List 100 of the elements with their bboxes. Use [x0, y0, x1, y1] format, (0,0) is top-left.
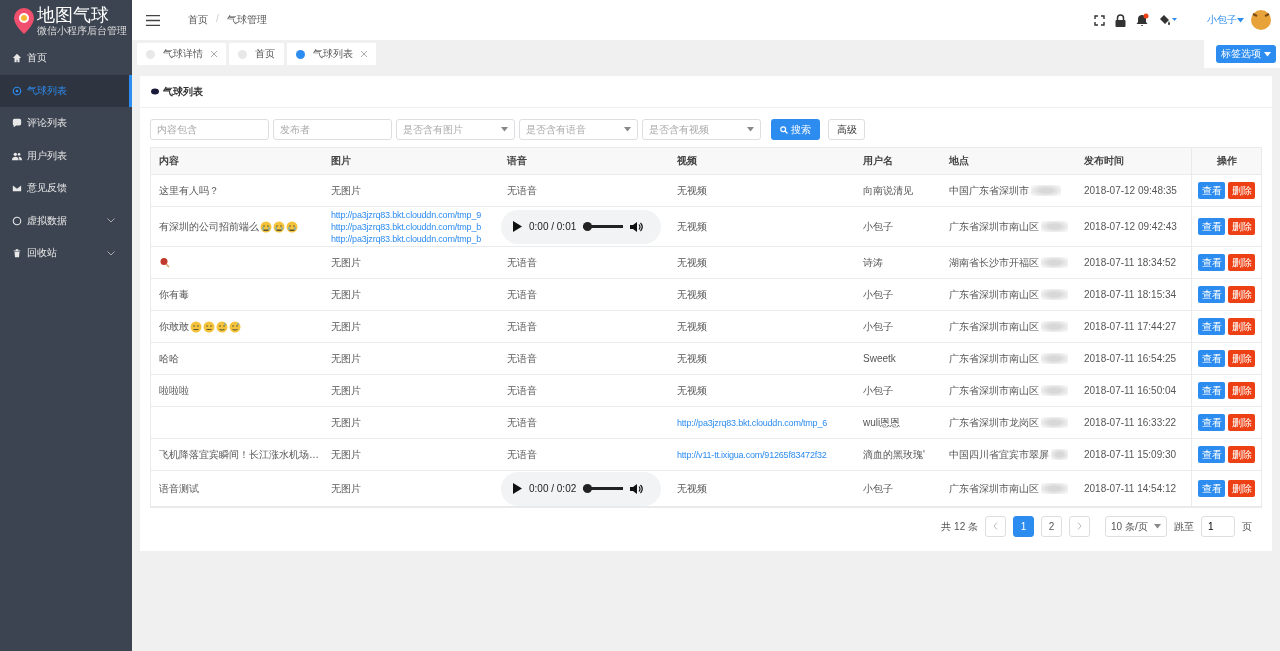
page-button[interactable]: 1	[1013, 516, 1034, 537]
image-link[interactable]: http://pa3jzrq83.bkt.clouddn.com/tmp_b	[331, 232, 491, 245]
blurred-text	[1041, 289, 1068, 300]
table-cell-text: 无视频	[677, 287, 708, 302]
table-cell-text: 小包子	[863, 287, 894, 302]
volume-icon[interactable]	[630, 482, 644, 495]
emoji-icon	[216, 320, 228, 333]
column-header: 发布时间	[1083, 154, 1125, 168]
table-cell-text: 无视频	[677, 183, 708, 198]
avatar-icon[interactable]	[1250, 9, 1272, 31]
delete-button[interactable]: 删除	[1228, 414, 1255, 431]
search-button[interactable]: 搜索	[771, 119, 820, 140]
delete-button[interactable]: 删除	[1228, 480, 1255, 497]
breadcrumb-item[interactable]: 气球管理	[226, 13, 267, 27]
sidebar-item[interactable]: 首页	[0, 42, 132, 75]
table-cell-text: 无语音	[507, 383, 538, 398]
table-cell: 广东省深圳市南山区	[949, 383, 1039, 398]
delete-button[interactable]: 删除	[1228, 318, 1255, 335]
view-button[interactable]: 查看	[1198, 480, 1225, 497]
view-button[interactable]: 查看	[1198, 218, 1225, 235]
delete-button[interactable]: 删除	[1228, 350, 1255, 367]
delete-button[interactable]: 删除	[1228, 382, 1255, 399]
tab-options-button[interactable]: 标签选项	[1216, 45, 1276, 63]
input-field[interactable]: 内容包含	[150, 119, 269, 140]
view-button[interactable]: 查看	[1198, 318, 1225, 335]
table-cell-text: 无图片	[331, 383, 362, 398]
view-button[interactable]: 查看	[1198, 286, 1225, 303]
table-cell-text: 无语音	[507, 287, 538, 302]
page-size-select[interactable]: 10 条/页	[1105, 516, 1167, 537]
page-input[interactable]: 1	[1201, 516, 1235, 537]
sidebar-item[interactable]: 意见反馈	[0, 172, 132, 205]
table-cell-text: 无图片	[331, 287, 362, 302]
view-button[interactable]: 查看	[1198, 350, 1225, 367]
table-cell-text: 2018-07-11 15:09:30	[1084, 449, 1178, 460]
column-header: 内容	[158, 154, 180, 168]
select-field[interactable]: 是否含有语音	[519, 119, 638, 140]
paint-bucket-icon[interactable]	[1159, 14, 1177, 26]
sidebar-item[interactable]: 回收站	[0, 237, 132, 270]
view-button[interactable]: 查看	[1198, 414, 1225, 431]
sidebar-item[interactable]: 虚拟数据	[0, 204, 132, 237]
play-icon[interactable]	[513, 221, 522, 232]
video-link[interactable]: http://v11-tt.ixigua.com/91265f83472f32	[677, 448, 847, 461]
table-cell: 有深圳的公司招前端么	[159, 219, 259, 234]
menu-icon[interactable]	[146, 14, 160, 26]
view-button[interactable]: 查看	[1198, 382, 1225, 399]
caret-icon	[624, 127, 631, 132]
input-field[interactable]: 发布者	[273, 119, 392, 140]
sidebar-item[interactable]: 气球列表	[0, 74, 132, 107]
view-button[interactable]: 查看	[1198, 446, 1225, 463]
page-tab[interactable]: 气球列表	[287, 43, 376, 65]
view-button[interactable]: 查看	[1198, 254, 1225, 271]
play-icon[interactable]	[513, 483, 522, 494]
seek-slider-thumb[interactable]	[583, 484, 593, 493]
table-cell: 啦啦啦	[159, 383, 189, 398]
table-cell-text: 2018-07-11 14:54:12	[1084, 483, 1178, 494]
lock-icon[interactable]	[1115, 13, 1126, 27]
view-button[interactable]: 查看	[1198, 182, 1225, 199]
caret-icon	[1154, 524, 1161, 529]
bell-icon[interactable]	[1136, 13, 1149, 27]
table-cell: 湖南省长沙市开福区	[949, 255, 1039, 270]
image-link[interactable]: http://pa3jzrq83.bkt.clouddn.com/tmp_9	[331, 208, 491, 221]
delete-button[interactable]: 删除	[1228, 218, 1255, 235]
page-tab[interactable]: 首页	[229, 43, 284, 65]
audio-player[interactable]: 0:00 / 0:02	[501, 471, 661, 506]
table-cell-text: 无视频	[677, 219, 708, 234]
table-cell-text: 无视频	[677, 255, 708, 270]
page-tab[interactable]: 气球详情	[137, 43, 226, 65]
table-cell-text: 向南说清见	[863, 183, 914, 198]
table-cell: 你有毒	[159, 287, 189, 302]
table-cell-text: Sweetk	[863, 353, 897, 364]
audio-player[interactable]: 0:00 / 0:01	[501, 209, 661, 244]
table-cell-text: 无语音	[507, 415, 538, 430]
sidebar-item[interactable]: 用户列表	[0, 139, 132, 172]
video-link[interactable]: http://pa3jzrq83.bkt.clouddn.com/tmp_6	[677, 416, 847, 429]
breadcrumb-item[interactable]: 首页	[188, 13, 208, 27]
table-cell: 广东省深圳市南山区	[949, 219, 1039, 234]
volume-icon[interactable]	[630, 220, 644, 233]
drumstick-icon	[159, 256, 171, 269]
caret-icon	[1237, 17, 1244, 23]
column-header: 视频	[676, 154, 698, 168]
app-title: 地图气球	[37, 5, 110, 25]
delete-button[interactable]: 删除	[1228, 286, 1255, 303]
delete-button[interactable]: 删除	[1228, 254, 1255, 271]
seek-slider-thumb[interactable]	[583, 222, 593, 231]
blurred-text	[1051, 449, 1068, 460]
page-button[interactable]: 2	[1041, 516, 1062, 537]
home-icon	[12, 53, 22, 64]
table-cell: 这里有人吗？	[159, 183, 219, 198]
table-cell-text: 无图片	[331, 351, 362, 366]
sidebar-item[interactable]: 评论列表	[0, 107, 132, 140]
advanced-button[interactable]: 高级	[828, 119, 865, 140]
image-link[interactable]: http://pa3jzrq83.bkt.clouddn.com/tmp_b	[331, 220, 491, 233]
fullscreen-icon[interactable]	[1094, 14, 1105, 26]
delete-button[interactable]: 删除	[1228, 446, 1255, 463]
delete-button[interactable]: 删除	[1228, 182, 1255, 199]
table-cell-text: 2018-07-11 18:15:34	[1084, 289, 1178, 300]
user-menu[interactable]: 小包子	[1207, 13, 1237, 27]
select-field[interactable]: 是否含有图片	[396, 119, 515, 140]
table-cell-text: 滴血的黑玫瑰'	[863, 447, 926, 462]
select-field[interactable]: 是否含有视频	[642, 119, 761, 140]
